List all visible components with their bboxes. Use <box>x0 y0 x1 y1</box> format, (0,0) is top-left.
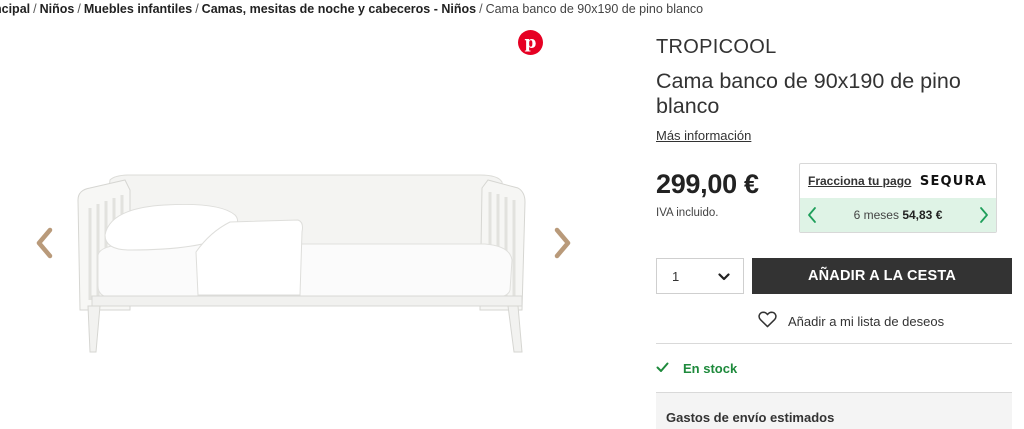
add-to-wishlist-button[interactable]: Añadir a mi lista de deseos <box>758 311 944 331</box>
chevron-left-icon[interactable] <box>806 206 818 224</box>
breadcrumb-separator: / <box>479 2 483 16</box>
breadcrumb-separator: / <box>33 2 37 16</box>
product-price: 299,00 € <box>656 169 759 199</box>
sequra-installment-text: 6 meses 54,83 € <box>854 208 943 222</box>
breadcrumb: ncipal/Niños/Muebles infantiles/Camas, m… <box>0 2 703 16</box>
shipping-estimate-panel[interactable]: Gastos de envío estimados <box>656 393 1012 429</box>
pinterest-icon[interactable]: p <box>518 30 543 55</box>
breadcrumb-separator: / <box>195 2 199 16</box>
breadcrumb-link-camas[interactable]: Camas, mesitas de noche y cabeceros - Ni… <box>202 2 476 16</box>
stock-status: En stock <box>656 361 737 376</box>
divider <box>656 343 1012 344</box>
chevron-right-icon[interactable] <box>553 226 573 260</box>
breadcrumb-link-home[interactable]: ncipal <box>0 2 30 16</box>
shipping-title: Gastos de envío estimados <box>666 410 835 425</box>
sequra-logo: SEQURA <box>919 173 987 189</box>
chevron-left-icon[interactable] <box>34 226 54 260</box>
breadcrumb-separator: / <box>77 2 81 16</box>
breadcrumb-link-muebles-infantiles[interactable]: Muebles infantiles <box>84 2 192 16</box>
quantity-value: 1 <box>672 268 680 284</box>
brand-name[interactable]: TROPICOOL <box>656 36 777 59</box>
heart-icon <box>758 311 777 331</box>
chevron-down-icon <box>718 269 730 284</box>
stock-label: En stock <box>683 361 738 376</box>
vat-note: IVA incluido. <box>656 207 719 219</box>
more-info-link[interactable]: Más información <box>656 128 751 143</box>
breadcrumb-link-ninos[interactable]: Niños <box>40 2 75 16</box>
sequra-months: 6 meses <box>853 208 899 222</box>
product-title: Cama banco de 90x190 de pino blanco <box>656 69 961 118</box>
product-image <box>77 174 526 353</box>
sequra-widget: Fracciona tu pago SEQURA 6 meses 54,83 € <box>799 163 997 233</box>
quantity-select[interactable]: 1 <box>656 258 744 294</box>
wishlist-label: Añadir a mi lista de deseos <box>788 313 945 329</box>
sequra-info-link[interactable]: Fracciona tu pago <box>808 174 911 188</box>
add-to-cart-button[interactable]: AÑADIR A LA CESTA <box>752 258 1012 294</box>
check-icon <box>656 361 669 376</box>
sequra-amount: 54,83 € <box>902 208 943 222</box>
breadcrumb-current: Cama banco de 90x190 de pino blanco <box>485 2 704 16</box>
chevron-right-icon[interactable] <box>978 206 990 224</box>
